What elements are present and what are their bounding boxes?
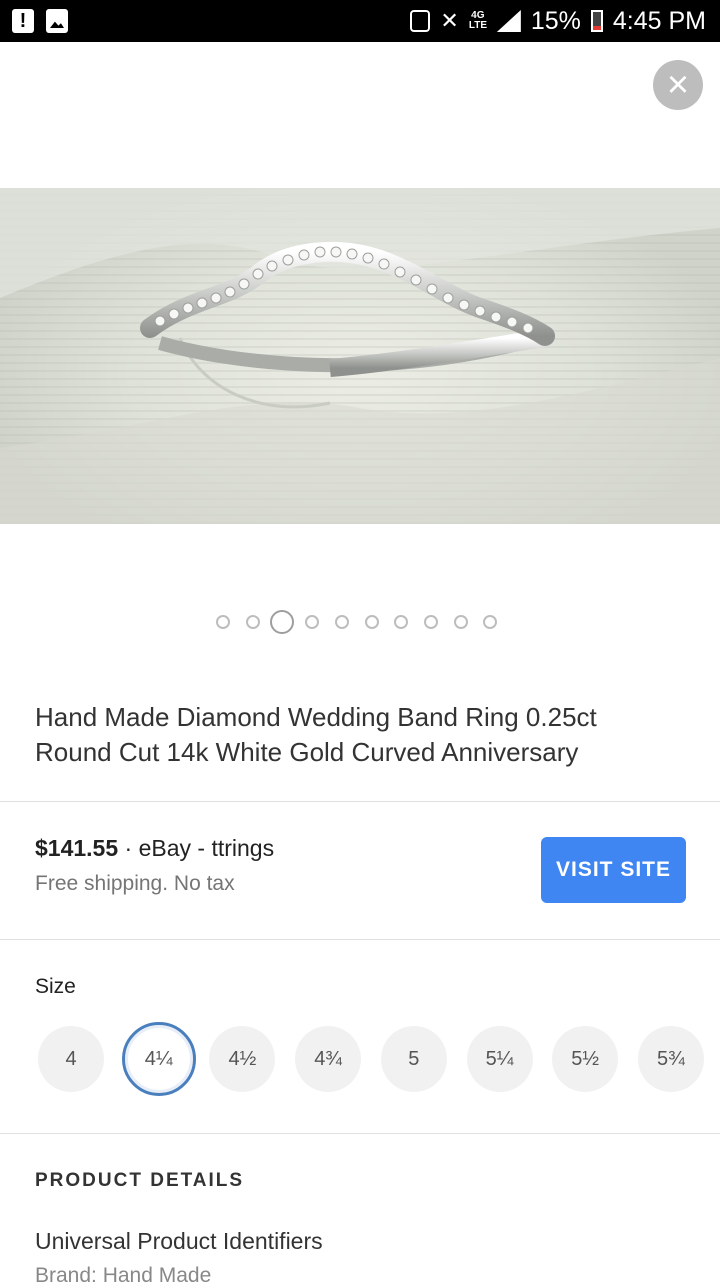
carousel-dot[interactable] [483, 615, 498, 629]
divider [0, 1133, 720, 1134]
size-label: Size [35, 975, 76, 998]
carousel-dot[interactable] [364, 615, 379, 629]
size-option[interactable]: 5¾ [637, 1026, 704, 1092]
image-icon [46, 9, 68, 33]
network-label: 4G LTE [468, 10, 487, 31]
size-option[interactable]: 5¼ [466, 1026, 533, 1092]
size-option[interactable]: 4¼ [121, 1022, 196, 1096]
carousel-dot[interactable] [453, 615, 468, 629]
product-title: Hand Made Diamond Wedding Band Ring 0.25… [35, 702, 597, 767]
carousel-dot[interactable] [305, 615, 320, 629]
divider [0, 939, 720, 940]
carousel-dot[interactable] [394, 615, 409, 629]
carousel-dot[interactable] [423, 615, 438, 629]
price-line: $141.55 · eBay - ttrings [35, 835, 274, 862]
carousel-indicator[interactable] [216, 610, 516, 634]
size-option[interactable]: 4½ [209, 1026, 276, 1092]
shipping-info: Free shipping. No tax [35, 872, 235, 895]
carousel-dot[interactable] [245, 615, 260, 629]
ring-illustration [0, 188, 720, 524]
size-option[interactable]: 5½ [552, 1026, 619, 1092]
battery-percent: 15% [530, 7, 581, 35]
seller: · eBay - ttrings [118, 835, 275, 861]
close-icon: × [666, 64, 690, 106]
battery-icon [590, 10, 603, 32]
size-option[interactable]: 4 [38, 1026, 104, 1092]
carousel-dot[interactable] [216, 615, 230, 629]
size-option[interactable]: 4¾ [295, 1026, 362, 1092]
mute-icon: ✕ [440, 8, 459, 33]
price: $141.55 [35, 835, 119, 861]
alert-icon [12, 9, 34, 33]
product-image[interactable] [0, 188, 720, 524]
status-bar: ✕ 4G LTE 15% 4:45 PM [0, 0, 720, 42]
close-button[interactable]: × [653, 60, 703, 110]
brand-value: Brand: Hand Made [35, 1264, 212, 1287]
carousel-dot[interactable] [270, 610, 295, 634]
nfc-icon [410, 10, 431, 32]
visit-site-button[interactable]: VISIT SITE [541, 837, 686, 903]
divider [0, 801, 720, 802]
carousel-dot[interactable] [334, 615, 349, 629]
size-option[interactable]: 5 [380, 1026, 447, 1092]
signal-icon [496, 10, 521, 32]
details-section-title: Universal Product Identifiers [35, 1228, 323, 1254]
product-details-heading: PRODUCT DETAILS [35, 1170, 245, 1191]
clock: 4:45 PM [612, 7, 706, 35]
